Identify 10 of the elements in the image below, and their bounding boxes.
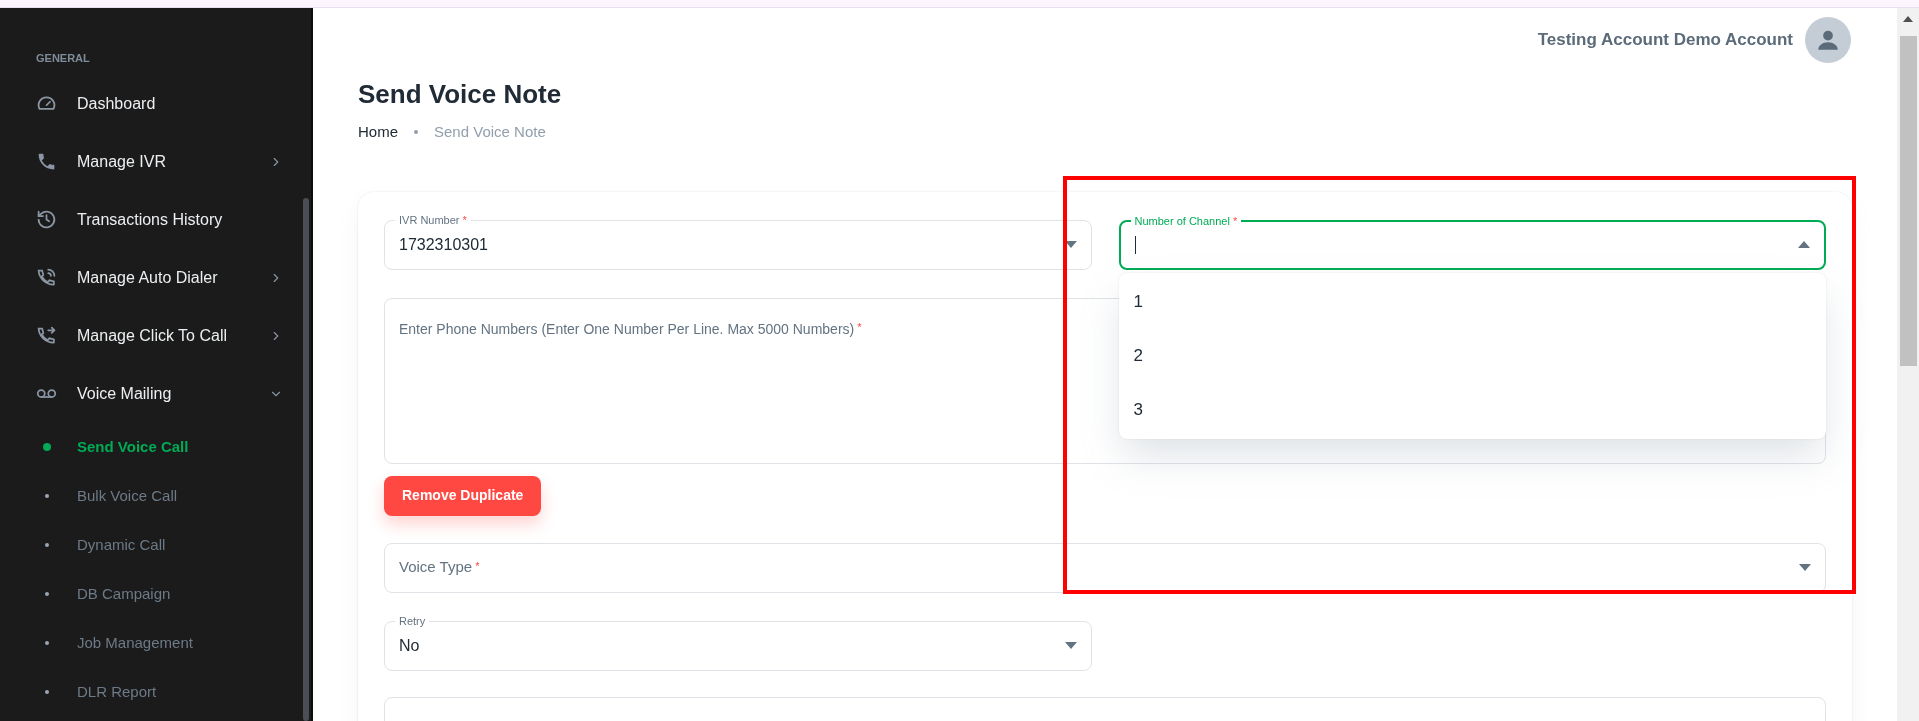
section-label: GENERAL — [36, 51, 91, 66]
user-name: Testing Account Demo Account — [1537, 29, 1793, 52]
field-label: Voice Type — [399, 557, 473, 578]
page-title: Send Voice Note — [358, 78, 563, 111]
field-value: 1732310301 — [399, 234, 489, 255]
breadcrumb-current: Send Voice Note — [434, 122, 546, 142]
field-label: Enter Phone Numbers (Enter One Number Per Line. Max 5000 Numbers) — [399, 319, 855, 339]
required-mark: * — [475, 558, 481, 574]
field-value: No — [399, 635, 421, 656]
required-mark: * — [857, 319, 862, 335]
